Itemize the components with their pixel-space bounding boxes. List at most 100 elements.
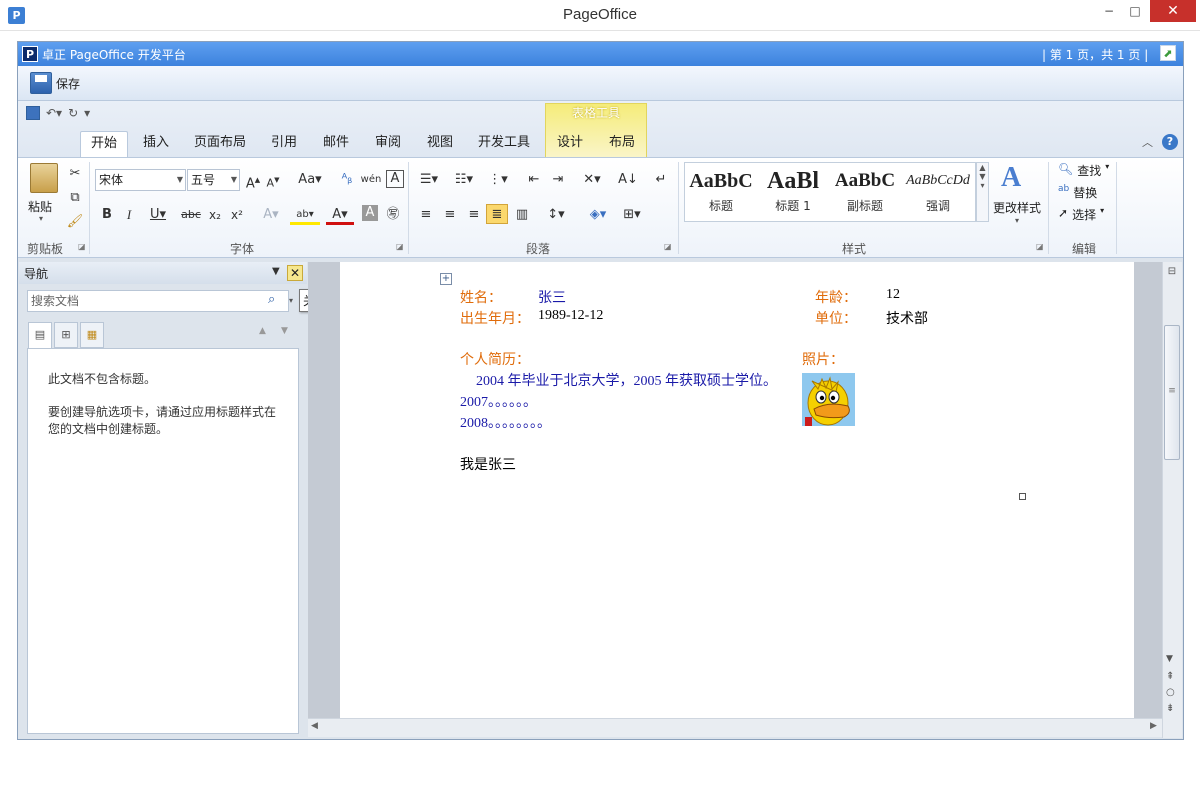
highlight-icon[interactable]: ab▾ (290, 205, 320, 225)
maximize-button[interactable]: □ (1122, 0, 1148, 22)
text-effects-icon[interactable]: A▾ (260, 205, 282, 225)
clipboard-launcher-icon[interactable]: ◪ (78, 242, 86, 251)
change-styles-icon[interactable]: A (1001, 162, 1033, 194)
underline-icon[interactable]: U▾ (146, 205, 170, 225)
font-name-combo[interactable]: 宋体 ▼ (95, 169, 186, 191)
select-button[interactable]: ➚ 选择 ▾ (1058, 206, 1104, 223)
character-border-icon[interactable]: A (386, 170, 404, 188)
qat-customize-icon[interactable]: ▾ (84, 106, 90, 120)
resume-line[interactable]: 2008。。。。。。。。 (460, 412, 551, 432)
superscript-icon[interactable]: x² (228, 205, 246, 225)
sort-icon[interactable]: A↓ (618, 170, 638, 190)
name-value[interactable]: 张三 (538, 287, 566, 307)
nav-tab-pages[interactable]: ⊞ (54, 322, 78, 348)
decrease-indent-icon[interactable]: ⇤ (524, 170, 544, 190)
unit-value[interactable]: 技术部 (886, 308, 928, 328)
align-left-icon[interactable]: ≡ (416, 205, 436, 225)
bold-icon[interactable]: B (100, 205, 114, 225)
browse-object-icon[interactable]: ○ (1166, 687, 1175, 698)
help-icon[interactable]: ? (1162, 134, 1178, 150)
distributed-icon[interactable]: ▥ (512, 205, 532, 225)
enclose-characters-icon[interactable]: ㊢ (384, 205, 402, 225)
multilevel-list-icon[interactable]: ⋮▾ (484, 170, 512, 190)
search-icon[interactable]: ⌕ (268, 292, 275, 307)
tab-developer[interactable]: 开发工具 (472, 131, 536, 157)
document-page[interactable] (340, 262, 1134, 718)
table-move-handle-icon[interactable]: + (440, 273, 452, 285)
redo-icon[interactable]: ↻ (68, 106, 78, 120)
close-button[interactable]: ✕ (1150, 0, 1196, 22)
nav-tab-results[interactable]: ▦ (80, 322, 104, 348)
nav-next-icon[interactable]: ▼ (281, 326, 288, 336)
duck-photo[interactable] (802, 373, 855, 426)
tab-mailings[interactable]: 邮件 (314, 131, 358, 157)
paragraph-launcher-icon[interactable]: ◪ (664, 242, 672, 251)
style-heading1[interactable]: AaBl 标题 1 (758, 165, 828, 220)
paste-icon[interactable] (30, 163, 58, 193)
change-styles-dropdown-icon[interactable]: ▾ (1015, 216, 1019, 225)
style-subtitle[interactable]: AaBbC 副标题 (830, 165, 900, 220)
birth-value[interactable]: 1989-12-12 (538, 308, 603, 324)
nav-options-icon[interactable]: ▼ (272, 266, 280, 277)
tab-references[interactable]: 引用 (262, 131, 306, 157)
age-value[interactable]: 12 (886, 287, 900, 303)
bullets-icon[interactable]: ☰▾ (416, 170, 442, 190)
italic-icon[interactable]: I (122, 205, 136, 225)
qat-save-icon[interactable] (26, 106, 40, 120)
find-button[interactable]: 🔍︎ 查找 ▾ (1058, 162, 1109, 179)
align-center-icon[interactable]: ≡ (440, 205, 460, 225)
strikethrough-icon[interactable]: abc (180, 205, 202, 225)
tab-design[interactable]: 设计 (548, 131, 592, 157)
justify-icon[interactable]: ≣ (486, 204, 508, 224)
undo-icon[interactable]: ↶▾ (46, 106, 62, 120)
grow-font-icon[interactable]: A▲ (244, 170, 262, 191)
styles-launcher-icon[interactable]: ◪ (1036, 242, 1044, 251)
scroll-down-icon[interactable]: ▼ (1166, 654, 1173, 664)
scroll-left-icon[interactable]: ◀ (311, 721, 318, 731)
font-color-icon[interactable]: A▾ (326, 205, 354, 225)
line-spacing-icon[interactable]: ↕▾ (542, 205, 570, 225)
change-case-icon[interactable]: Aa▾ (296, 170, 324, 190)
character-shading-icon[interactable]: A (362, 205, 378, 221)
copy-icon[interactable]: ⧉ (66, 188, 84, 208)
scroll-right-icon[interactable]: ▶ (1150, 721, 1157, 731)
shrink-font-icon[interactable]: A▼ (264, 170, 282, 190)
clear-formatting-icon[interactable]: ᴬᵦ (338, 170, 356, 190)
minimize-button[interactable]: − (1096, 0, 1122, 22)
increase-indent-icon[interactable]: ⇥ (548, 170, 568, 190)
format-painter-icon[interactable]: 🖌 (66, 212, 84, 232)
tab-home[interactable]: 开始 (80, 131, 128, 157)
paste-dropdown-icon[interactable]: ▾ (39, 214, 43, 223)
phonetic-guide-icon[interactable]: wén (360, 170, 382, 190)
save-button[interactable]: 保存 (26, 70, 84, 96)
tab-page-layout[interactable]: 页面布局 (188, 131, 252, 157)
search-dropdown-icon[interactable]: ▾ (289, 296, 293, 305)
align-right-icon[interactable]: ≡ (464, 205, 484, 225)
font-size-combo[interactable]: 五号 ▼ (187, 169, 240, 191)
next-page-icon[interactable]: ⇟ (1166, 703, 1174, 714)
replace-button[interactable]: ab 替换 (1058, 184, 1097, 201)
font-launcher-icon[interactable]: ◪ (396, 242, 404, 251)
previous-page-icon[interactable]: ⇞ (1166, 671, 1174, 682)
show-marks-icon[interactable]: ↵ (652, 170, 670, 190)
nav-close-icon[interactable]: ✕ (287, 265, 303, 281)
nav-previous-icon[interactable]: ▲ (259, 326, 266, 336)
paste-label[interactable]: 粘贴 (28, 198, 52, 215)
ruler-toggle-icon[interactable]: ⊟ (1164, 266, 1180, 284)
cut-icon[interactable]: ✂ (66, 164, 84, 184)
tab-layout[interactable]: 布局 (600, 131, 644, 157)
resume-line[interactable]: 2007。。。。。。 (460, 391, 537, 411)
tab-review[interactable]: 审阅 (366, 131, 410, 157)
styles-scroll[interactable]: ▲ ▼ ▾ (976, 162, 989, 222)
footer-text[interactable]: 我是张三 (460, 454, 516, 474)
nav-search-input[interactable]: 搜索文档 (27, 290, 289, 312)
borders-icon[interactable]: ⊞▾ (618, 205, 646, 225)
ribbon-collapse-icon[interactable]: ︿ (1142, 134, 1153, 150)
resume-line[interactable]: 2004 年毕业于北京大学，2005 年获取硕士学位。 (476, 370, 777, 390)
nav-tab-headings[interactable]: ▤ (28, 322, 52, 349)
fullscreen-icon[interactable]: ⬈ (1160, 45, 1176, 61)
style-emphasis[interactable]: AaBbCcDd 强调 (902, 165, 974, 220)
numbering-icon[interactable]: ☷▾ (450, 170, 478, 190)
shading-icon[interactable]: ◈▾ (584, 205, 612, 225)
change-styles-label[interactable]: 更改样式 (993, 199, 1041, 216)
